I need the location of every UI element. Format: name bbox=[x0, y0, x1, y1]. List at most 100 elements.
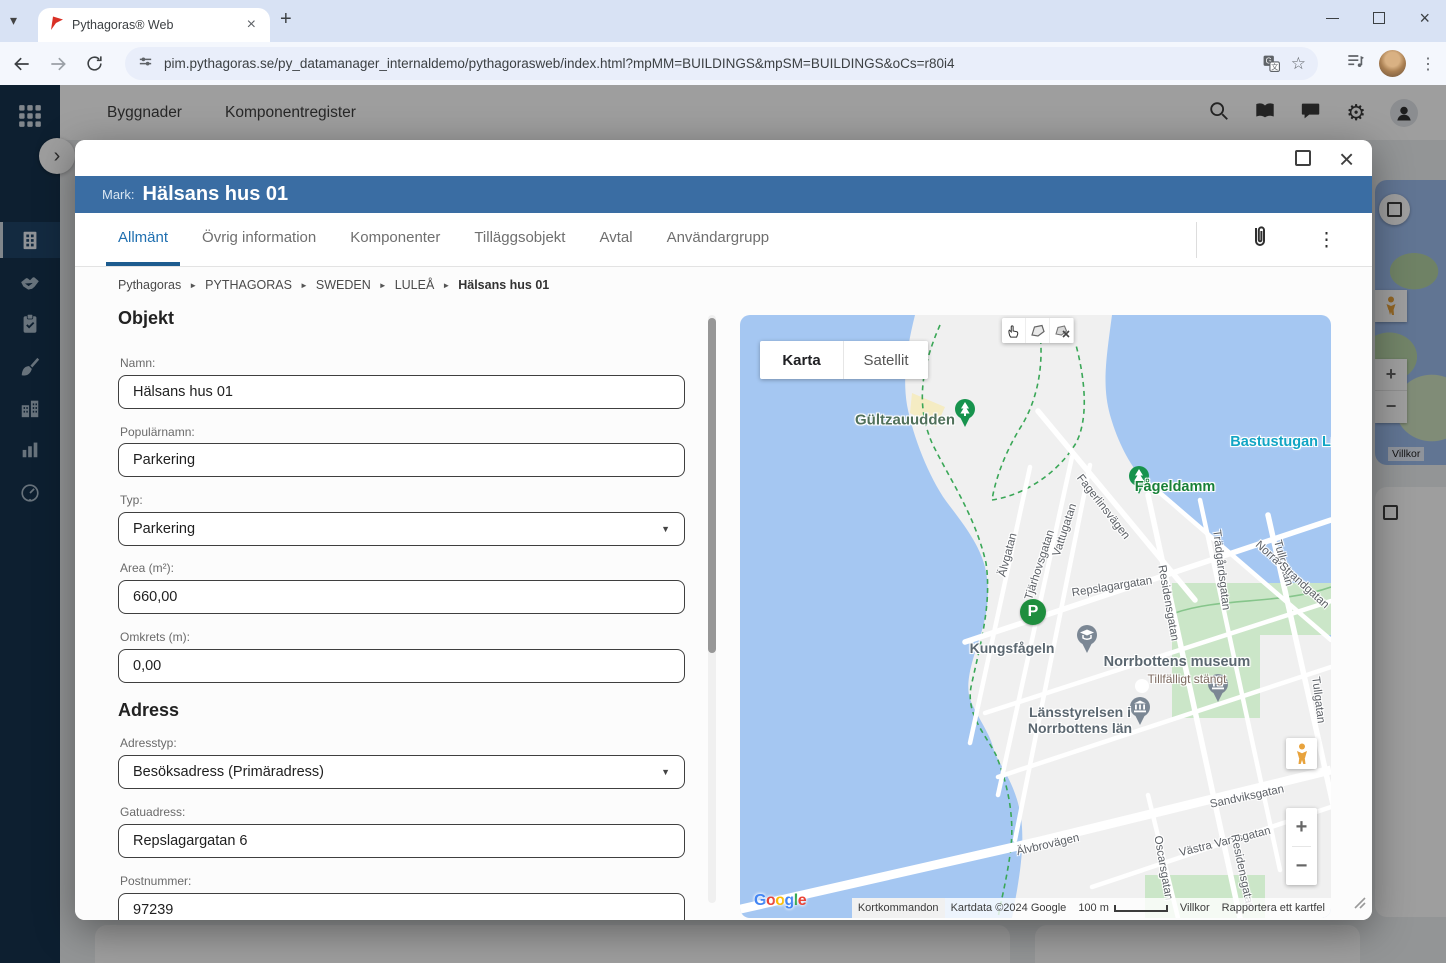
area-label: Area (m²): bbox=[120, 561, 174, 575]
map-zoom-control: + − bbox=[1286, 808, 1317, 885]
delete-polygon-tool-icon[interactable] bbox=[1050, 318, 1074, 343]
breadcrumb-sep-icon: ► bbox=[442, 280, 451, 290]
breadcrumb-sep-icon: ► bbox=[189, 280, 198, 290]
breadcrumb-sep-icon: ► bbox=[299, 280, 308, 290]
site-info-icon[interactable] bbox=[137, 53, 154, 75]
dialog-title: Hälsans hus 01 bbox=[142, 183, 289, 205]
url-text: pim.pythagoras.se/py_datamanager_interna… bbox=[164, 56, 955, 71]
new-tab-icon[interactable]: + bbox=[280, 8, 292, 31]
adresstyp-select[interactable]: Besöksadress (Primäradress) ▼ bbox=[118, 755, 685, 789]
tab-avtal[interactable]: Avtal bbox=[587, 213, 644, 266]
namn-input[interactable] bbox=[118, 375, 685, 409]
dialog-resize-handle[interactable] bbox=[1351, 894, 1366, 914]
gatuadress-label: Gatuadress: bbox=[120, 805, 186, 819]
breadcrumb-item[interactable]: PYTHAGORAS bbox=[205, 278, 292, 292]
tab-tillaggsobjekt[interactable]: Tilläggsobjekt bbox=[462, 213, 577, 266]
breadcrumb: Pythagoras ► PYTHAGORAS ► SWEDEN ► LULEÅ… bbox=[118, 278, 549, 292]
window-close-icon[interactable]: × bbox=[1419, 9, 1430, 27]
villkor-link[interactable]: Villkor bbox=[1173, 898, 1216, 918]
url-bar[interactable]: pim.pythagoras.se/py_datamanager_interna… bbox=[125, 47, 1318, 80]
reload-icon[interactable] bbox=[80, 50, 108, 78]
map-label-lansstyrelsen[interactable]: Länsstyrelsen i Norrbottens län bbox=[1028, 704, 1132, 736]
breadcrumb-item[interactable]: SWEDEN bbox=[316, 278, 371, 292]
browser-tab[interactable]: Pythagoras® Web × bbox=[38, 8, 270, 42]
bookmark-star-icon[interactable]: ☆ bbox=[1291, 54, 1306, 74]
more-menu-icon[interactable]: ⋮ bbox=[1317, 229, 1336, 252]
attachment-icon[interactable] bbox=[1249, 225, 1271, 256]
tab-komponenter[interactable]: Komponenter bbox=[338, 213, 452, 266]
tab-close-icon[interactable]: × bbox=[243, 16, 260, 34]
screen: Byggnader Komponentregister ⚙ › + − Vill… bbox=[0, 0, 1446, 963]
browser-menu-icon[interactable]: ⋮ bbox=[1420, 54, 1436, 74]
back-icon[interactable] bbox=[8, 50, 36, 78]
dialog-titlebar: Mark: Hälsans hus 01 bbox=[75, 176, 1372, 213]
popularnamn-input[interactable] bbox=[118, 443, 685, 477]
translate-icon[interactable]: G文 bbox=[1262, 54, 1281, 73]
forward-icon[interactable] bbox=[44, 50, 72, 78]
window-maximize-icon[interactable] bbox=[1373, 12, 1386, 24]
window-minimize-icon[interactable] bbox=[1326, 17, 1340, 19]
typ-label: Typ: bbox=[120, 493, 143, 507]
postnummer-label: Postnummer: bbox=[120, 874, 192, 888]
map-draw-tools bbox=[1002, 318, 1074, 343]
object-dialog: × Mark: Hälsans hus 01 Allmänt Övrig inf… bbox=[75, 140, 1372, 920]
map-type-control: Karta Satellit bbox=[760, 341, 928, 379]
tab-title: Pythagoras® Web bbox=[72, 18, 174, 32]
popularnamn-label: Populärnamn: bbox=[120, 425, 195, 439]
dialog-close-icon[interactable]: × bbox=[1333, 142, 1360, 177]
school-marker-kungsfageln[interactable] bbox=[1076, 624, 1098, 659]
map-label-gultzauudden: Gültzauudden bbox=[855, 411, 955, 429]
breadcrumb-item-current: Hälsans hus 01 bbox=[458, 278, 550, 292]
adresstyp-label: Adresstyp: bbox=[120, 736, 177, 750]
omkrets-input[interactable] bbox=[118, 649, 685, 683]
typ-select[interactable]: Parkering ▼ bbox=[118, 512, 685, 546]
dialog-tabs: Allmänt Övrig information Komponenter Ti… bbox=[75, 213, 1372, 267]
section-objekt-heading: Objekt bbox=[118, 308, 175, 328]
report-map-error-link[interactable]: Rapportera ett kartfel bbox=[1215, 898, 1331, 918]
dialog-tab-actions: ⋮ bbox=[1196, 213, 1372, 267]
toolbar-right: ⋮ bbox=[1345, 47, 1436, 80]
tab-allmant[interactable]: Allmänt bbox=[106, 213, 181, 266]
namn-label: Namn: bbox=[120, 356, 156, 370]
tab-ovrig-information[interactable]: Övrig information bbox=[190, 213, 328, 266]
breadcrumb-item[interactable]: LULEÅ bbox=[395, 278, 435, 292]
form-scrollbar-thumb[interactable] bbox=[708, 318, 716, 653]
google-logo[interactable]: Google bbox=[754, 892, 807, 910]
dropdown-arrow-icon: ▼ bbox=[661, 524, 670, 534]
media-controls-icon[interactable] bbox=[1345, 51, 1365, 76]
map[interactable]: P Gültzauudden Fågeldamm Bastustugan Lu … bbox=[740, 315, 1331, 918]
zoom-out-button[interactable]: − bbox=[1286, 847, 1317, 885]
area-input[interactable] bbox=[118, 580, 685, 614]
map-type-satellit-button[interactable]: Satellit bbox=[844, 341, 928, 379]
gatuadress-input[interactable] bbox=[118, 824, 685, 858]
dropdown-arrow-icon: ▼ bbox=[661, 767, 670, 777]
favicon-pythagoras bbox=[48, 15, 64, 36]
browser-tabstrip: ▾ Pythagoras® Web × + × bbox=[0, 0, 1446, 42]
map-label-fageldamm[interactable]: Fågeldamm bbox=[1135, 479, 1216, 495]
breadcrumb-item[interactable]: Pythagoras bbox=[118, 278, 181, 292]
scale-bar bbox=[1113, 904, 1168, 912]
tab-anvandargrupp[interactable]: Användargrupp bbox=[655, 213, 782, 266]
map-label-bastustugan[interactable]: Bastustugan Lu bbox=[1230, 434, 1331, 450]
map-data-copyright: Kartdata ©2024 Google bbox=[944, 898, 1073, 918]
profile-avatar[interactable] bbox=[1379, 50, 1406, 77]
draw-polygon-tool-icon[interactable] bbox=[1026, 318, 1050, 343]
omkrets-label: Omkrets (m): bbox=[120, 630, 190, 644]
kortkommandon-link[interactable]: Kortkommandon bbox=[851, 898, 945, 918]
map-scale: 100 m bbox=[1072, 898, 1174, 918]
postnummer-input[interactable] bbox=[118, 893, 685, 920]
dialog-maximize-icon[interactable] bbox=[1295, 150, 1311, 166]
map-label-norrbottens-museum[interactable]: Norrbottens museum bbox=[1104, 654, 1251, 670]
map-label-kungsfageln[interactable]: Kungsfågeln bbox=[970, 640, 1055, 656]
pan-hand-tool-icon[interactable] bbox=[1002, 318, 1026, 343]
svg-text:文: 文 bbox=[1271, 62, 1278, 71]
tree-marker-gultzauudden[interactable] bbox=[954, 398, 976, 433]
tab-search-icon[interactable]: ▾ bbox=[10, 12, 17, 29]
object-kind-label: Mark: bbox=[102, 187, 135, 202]
parking-marker[interactable]: P bbox=[1020, 599, 1046, 625]
government-marker-lansstyrelsen[interactable] bbox=[1129, 696, 1151, 731]
zoom-in-button[interactable]: + bbox=[1286, 808, 1317, 846]
breadcrumb-sep-icon: ► bbox=[378, 280, 387, 290]
pegman-control[interactable] bbox=[1286, 738, 1317, 769]
map-type-karta-button[interactable]: Karta bbox=[760, 341, 844, 379]
